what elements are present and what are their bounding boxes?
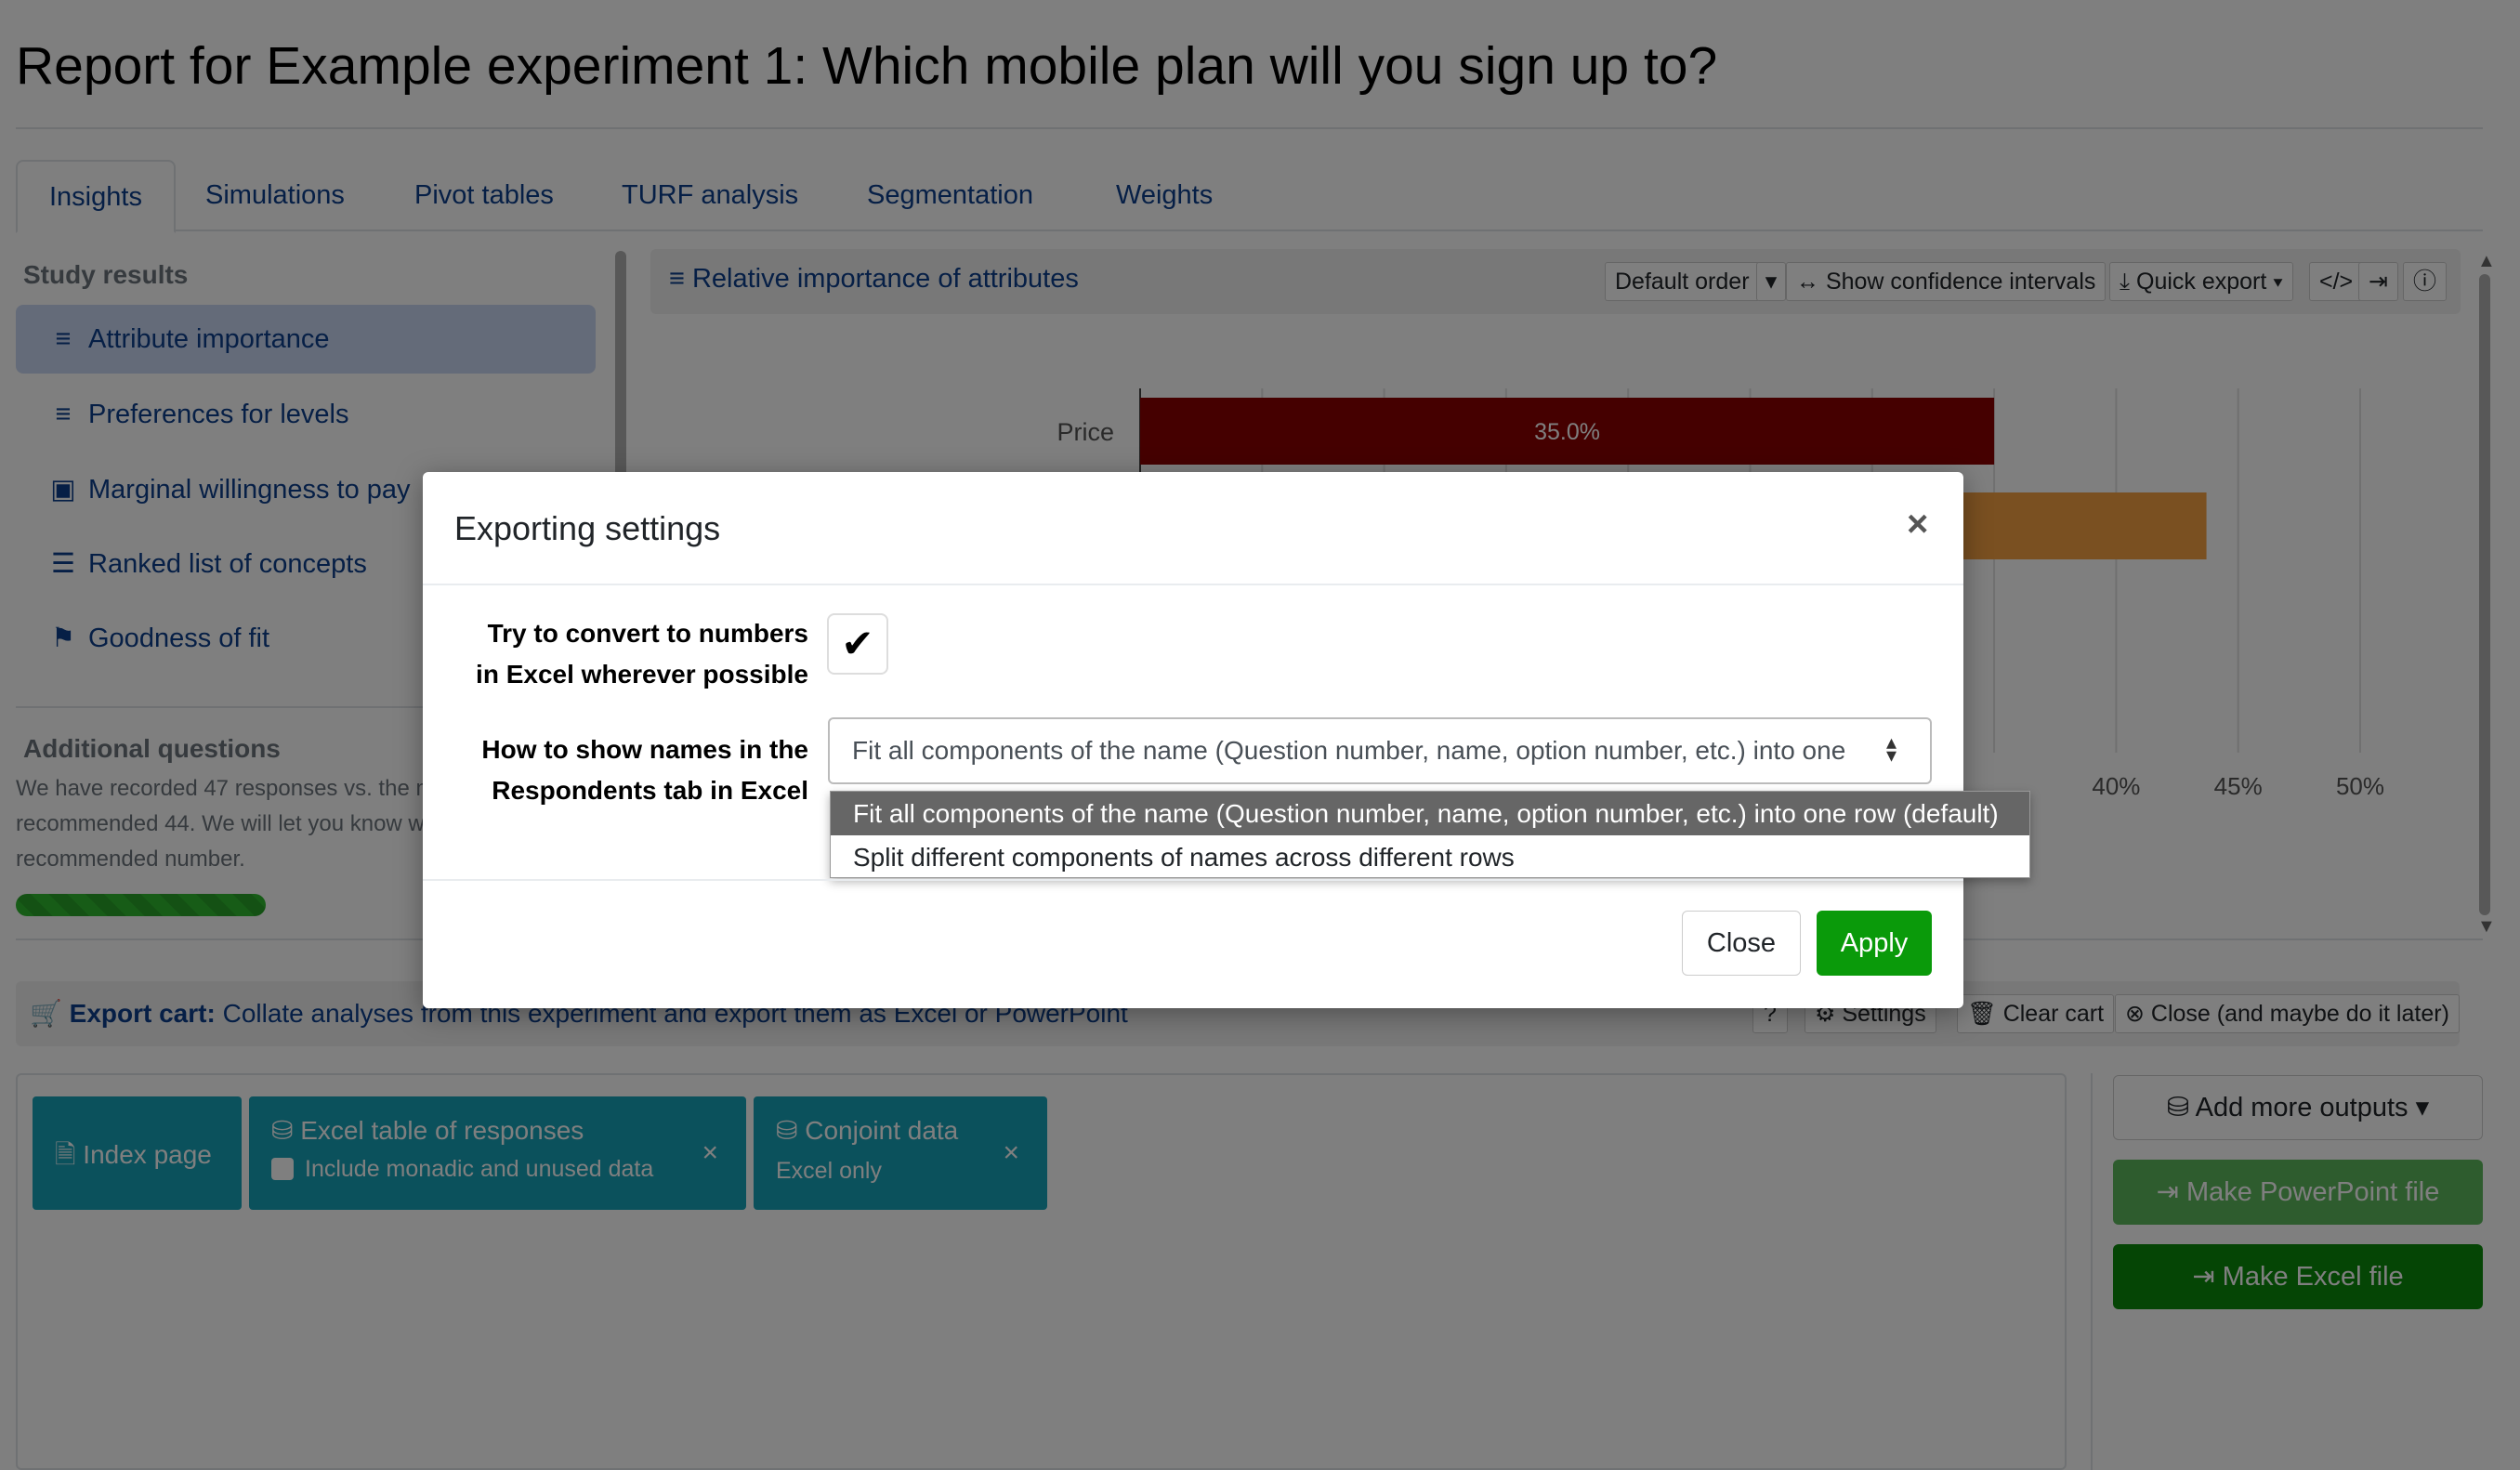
checkmark-icon: ✔ <box>841 622 874 665</box>
modal-title: Exporting settings <box>454 509 721 547</box>
modal-header-divider <box>423 584 1963 585</box>
names-display-options: Fit all components of the name (Question… <box>830 791 2030 878</box>
convert-numbers-checkbox[interactable]: ✔ <box>827 613 888 675</box>
option-split-rows[interactable]: Split different components of names acro… <box>831 835 2029 879</box>
modal-footer-divider <box>423 879 1963 881</box>
convert-numbers-label: Try to convert to numbers in Excel where… <box>476 619 808 689</box>
names-display-select[interactable]: Fit all components of the name (Question… <box>828 717 1932 784</box>
select-arrows-icon: ▴ ▾ <box>1886 730 1897 767</box>
names-display-label: How to show names in the Respondents tab… <box>481 735 808 805</box>
close-icon[interactable]: × <box>1907 504 1928 545</box>
option-fit-one-row[interactable]: Fit all components of the name (Question… <box>831 792 2029 835</box>
apply-button[interactable]: Apply <box>1817 911 1932 976</box>
close-button[interactable]: Close <box>1682 911 1801 976</box>
